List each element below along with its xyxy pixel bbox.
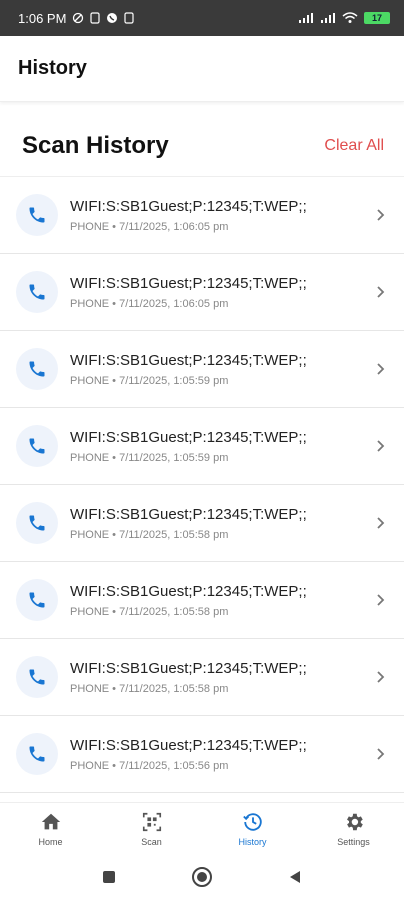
chevron-right-icon — [377, 209, 385, 221]
nav-history[interactable]: History — [202, 811, 303, 847]
square-icon — [103, 871, 115, 883]
phone-icon — [16, 271, 58, 313]
section-header: Scan History Clear All — [0, 116, 404, 176]
nav-label: History — [238, 836, 267, 847]
whatsapp-icon — [106, 12, 118, 24]
bottom-nav: Home Scan History Settings — [0, 802, 404, 854]
status-time: 1:06 PM — [18, 10, 67, 26]
list-item[interactable]: WIFI:S:SB1Guest;P:12345;T:WEP;; PHONE • … — [0, 408, 404, 485]
row-subtitle: PHONE • 7/11/2025, 1:06:05 pm — [70, 220, 229, 233]
row-subtitle: PHONE • 7/11/2025, 1:06:05 pm — [70, 297, 229, 310]
phone-icon — [16, 502, 58, 544]
gear-icon — [346, 813, 363, 830]
row-text: WIFI:S:SB1Guest;P:12345;T:WEP;; PHONE • … — [70, 275, 372, 310]
do-not-disturb-icon — [72, 12, 84, 24]
phone-icon — [16, 425, 58, 467]
circle-icon — [192, 867, 212, 887]
nav-settings[interactable]: Settings — [303, 811, 404, 847]
row-title: WIFI:S:SB1Guest;P:12345;T:WEP;; — [70, 659, 307, 677]
list-item[interactable]: WIFI:S:SB1Guest;P:12345;T:WEP;; PHONE • … — [0, 716, 404, 793]
phone-icon — [16, 733, 58, 775]
chevron-right-icon — [377, 671, 385, 683]
wifi-icon — [342, 12, 358, 24]
row-subtitle: PHONE • 7/11/2025, 1:05:58 pm — [70, 605, 229, 618]
nav-label: Settings — [337, 836, 370, 847]
row-title: WIFI:S:SB1Guest;P:12345;T:WEP;; — [70, 197, 307, 215]
list-item[interactable]: WIFI:S:SB1Guest;P:12345;T:WEP;; PHONE • … — [0, 177, 404, 254]
section-title: Scan History — [22, 132, 169, 159]
nav-label: Home — [38, 836, 63, 847]
chevron-right-icon — [377, 286, 385, 298]
status-bar: 1:06 PM 17 — [0, 0, 404, 36]
row-subtitle: PHONE • 7/11/2025, 1:05:56 pm — [70, 759, 229, 772]
nav-label: Scan — [141, 836, 162, 847]
signal-icon — [298, 12, 314, 24]
row-text: WIFI:S:SB1Guest;P:12345;T:WEP;; PHONE • … — [70, 583, 372, 618]
list-item[interactable]: WIFI:S:SB1Guest;P:12345;T:WEP;; PHONE • … — [0, 485, 404, 562]
row-text: WIFI:S:SB1Guest;P:12345;T:WEP;; PHONE • … — [70, 429, 372, 464]
list-item[interactable]: WIFI:S:SB1Guest;P:12345;T:WEP;; PHONE • … — [0, 254, 404, 331]
system-nav-bar — [0, 854, 404, 900]
back-button[interactable] — [287, 869, 303, 885]
battery-icon: 17 — [364, 12, 390, 24]
signal-icon — [320, 12, 336, 24]
row-title: WIFI:S:SB1Guest;P:12345;T:WEP;; — [70, 582, 307, 600]
page-title: History — [18, 57, 87, 79]
recents-button[interactable] — [101, 869, 117, 885]
history-list: WIFI:S:SB1Guest;P:12345;T:WEP;; PHONE • … — [0, 176, 404, 802]
row-title: WIFI:S:SB1Guest;P:12345;T:WEP;; — [70, 351, 307, 369]
chevron-right-icon — [377, 363, 385, 375]
back-triangle-icon — [290, 871, 300, 883]
row-title: WIFI:S:SB1Guest;P:12345;T:WEP;; — [70, 428, 307, 446]
row-title: WIFI:S:SB1Guest;P:12345;T:WEP;; — [70, 736, 307, 754]
row-title: WIFI:S:SB1Guest;P:12345;T:WEP;; — [70, 274, 307, 292]
chevron-right-icon — [377, 748, 385, 760]
row-text: WIFI:S:SB1Guest;P:12345;T:WEP;; PHONE • … — [70, 737, 372, 772]
list-item[interactable]: WIFI:S:SB1Guest;P:12345;T:WEP;; PHONE • … — [0, 639, 404, 716]
nav-home[interactable]: Home — [0, 811, 101, 847]
row-subtitle: PHONE • 7/11/2025, 1:05:58 pm — [70, 682, 229, 695]
app-bar: History — [0, 36, 404, 102]
history-icon — [242, 812, 262, 831]
row-subtitle: PHONE • 7/11/2025, 1:05:59 pm — [70, 374, 229, 387]
row-subtitle: PHONE • 7/11/2025, 1:05:59 pm — [70, 451, 229, 464]
clear-all-button[interactable]: Clear All — [324, 137, 384, 155]
row-text: WIFI:S:SB1Guest;P:12345;T:WEP;; PHONE • … — [70, 660, 372, 695]
row-subtitle: PHONE • 7/11/2025, 1:05:58 pm — [70, 528, 229, 541]
row-text: WIFI:S:SB1Guest;P:12345;T:WEP;; PHONE • … — [70, 506, 372, 541]
list-item[interactable]: WIFI:S:SB1Guest;P:12345;T:WEP;; PHONE • … — [0, 331, 404, 408]
chevron-right-icon — [377, 594, 385, 606]
status-left: 1:06 PM — [18, 10, 135, 26]
row-title: WIFI:S:SB1Guest;P:12345;T:WEP;; — [70, 505, 307, 523]
sim-icon — [124, 12, 135, 24]
nav-scan[interactable]: Scan — [101, 811, 202, 847]
home-system-button[interactable] — [191, 866, 213, 888]
phone-icon — [16, 348, 58, 390]
sim-icon — [90, 12, 101, 24]
chevron-right-icon — [377, 517, 385, 529]
status-right: 17 — [298, 12, 390, 24]
qr-scan-icon — [142, 812, 161, 831]
row-text: WIFI:S:SB1Guest;P:12345;T:WEP;; PHONE • … — [70, 352, 372, 387]
chevron-right-icon — [377, 440, 385, 452]
phone-icon — [16, 656, 58, 698]
home-icon — [41, 813, 60, 829]
phone-icon — [16, 194, 58, 236]
list-item[interactable]: WIFI:S:SB1Guest;P:12345;T:WEP;; PHONE • … — [0, 562, 404, 639]
row-text: WIFI:S:SB1Guest;P:12345;T:WEP;; PHONE • … — [70, 198, 372, 233]
phone-icon — [16, 579, 58, 621]
